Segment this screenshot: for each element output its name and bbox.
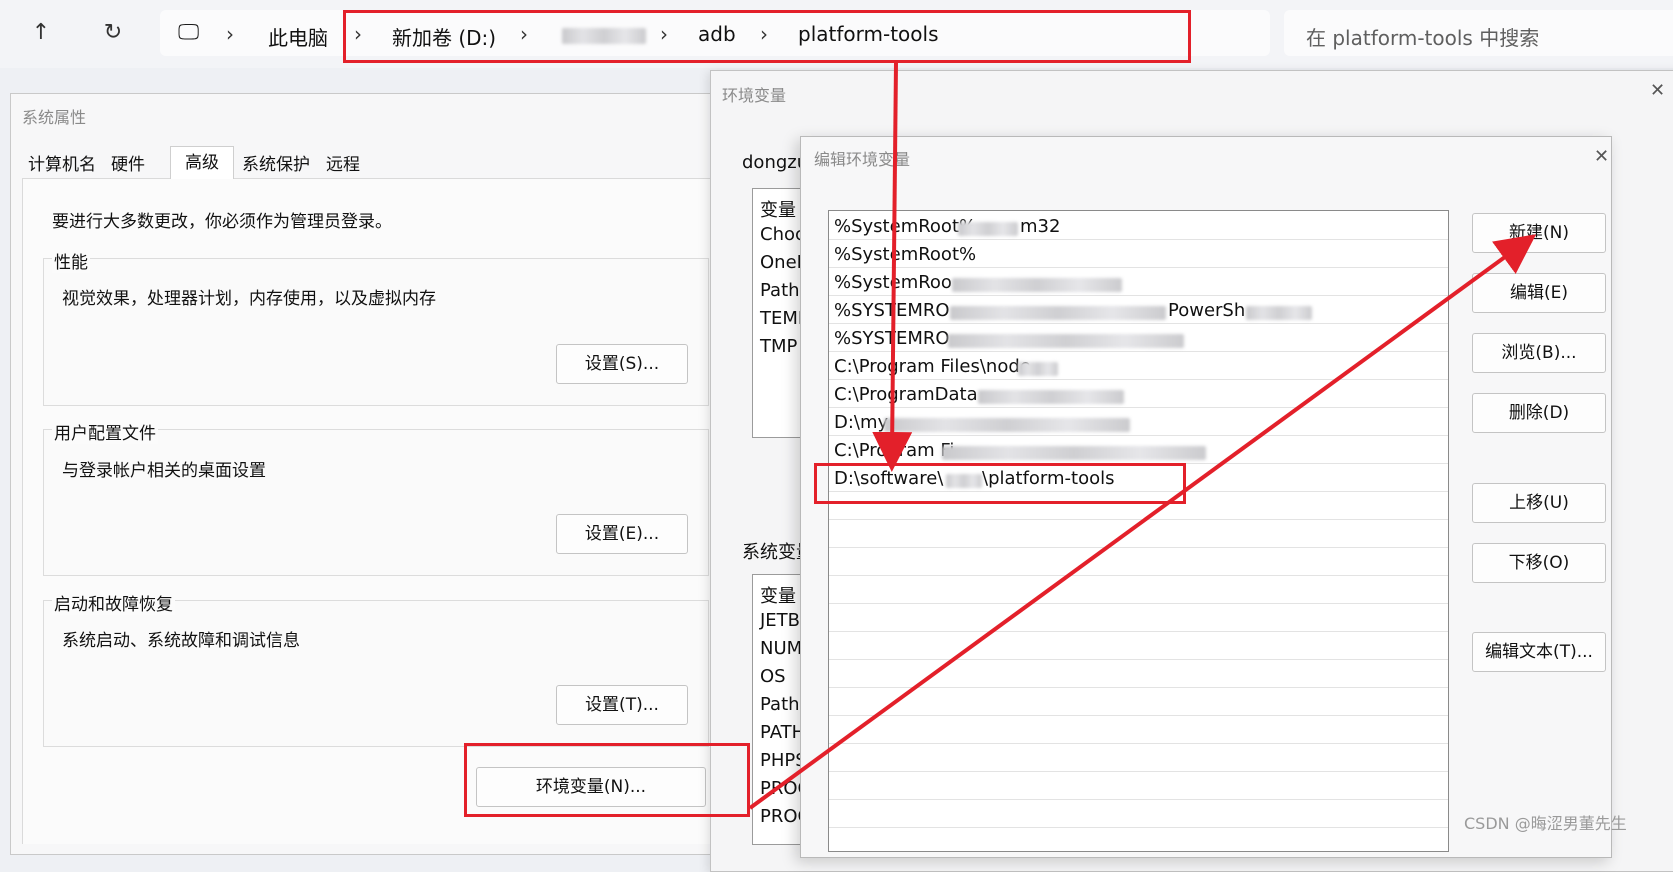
arrow-to-path-entry bbox=[872, 62, 913, 472]
annotation-arrows bbox=[748, 62, 1537, 810]
arrow-to-new-button bbox=[748, 234, 1537, 810]
watermark: CSDN @晦涩男董先生 bbox=[1464, 814, 1627, 833]
